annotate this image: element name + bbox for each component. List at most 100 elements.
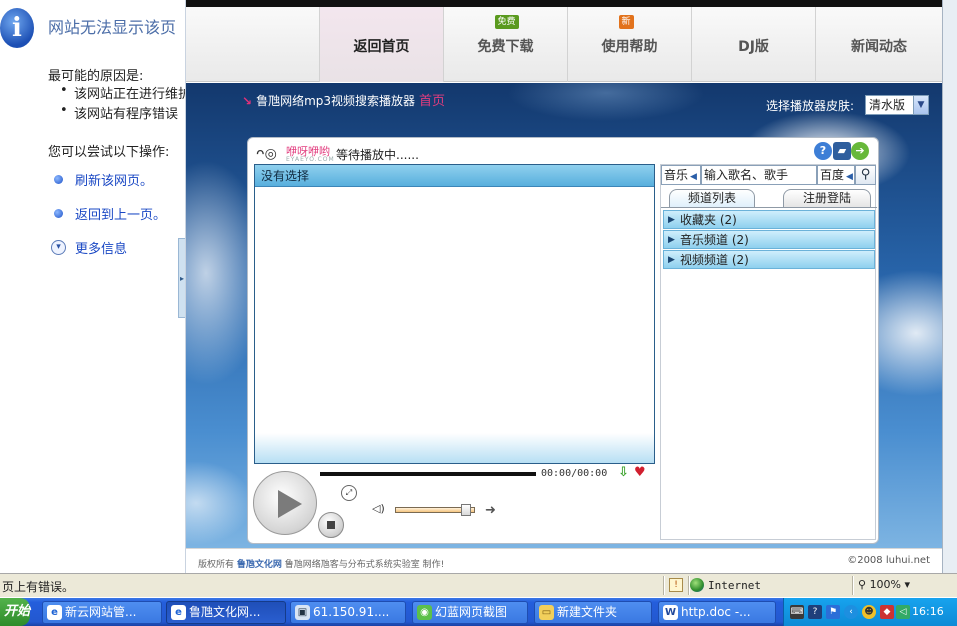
help-icon[interactable]: ?	[814, 142, 832, 160]
channel-favorites[interactable]: ▶ 收藏夹 (2)	[663, 210, 875, 229]
network-icon[interactable]: ⚑	[826, 605, 840, 619]
search-input-value: 输入歌名、歌手	[704, 168, 789, 182]
nav-free-download[interactable]: 免费 免费下载	[444, 7, 568, 82]
chevron-down-icon[interactable]: ▾	[51, 240, 66, 255]
chevron-down-icon[interactable]: ▼	[913, 96, 928, 114]
heart-icon[interactable]: ♥	[634, 465, 646, 480]
progress-bar[interactable]	[320, 472, 536, 476]
nav-news[interactable]: 新闻动态	[816, 7, 942, 82]
triangle-left-icon: ◀	[846, 172, 853, 182]
footer-suffix: 鲁虺网络虺客与分布式系统实验室 制作!	[284, 560, 445, 570]
top-nav: 返回首页 免费 免费下载 新 使用帮助 DJ版 新闻动态	[186, 0, 942, 82]
actions-heading: 您可以尝试以下操作:	[48, 145, 170, 160]
play-button[interactable]	[253, 471, 317, 535]
tab-channel-list[interactable]: 频道列表	[669, 189, 755, 207]
chevron-left-icon[interactable]: ‹	[844, 605, 858, 619]
task-label: 新云网站管...	[65, 605, 137, 619]
task-button[interactable]: Whttp.doc -...	[658, 601, 776, 624]
start-label: 开始	[4, 604, 31, 619]
nav-label: 使用帮助	[601, 39, 658, 55]
volume-tray-icon[interactable]: ◁	[896, 605, 910, 619]
download-arrow-icon[interactable]: ⇩	[618, 465, 629, 480]
channel-video[interactable]: ▶ 视频频道 (2)	[663, 250, 875, 269]
search-engine-value: 百度	[820, 168, 845, 182]
next-icon[interactable]: ➜	[485, 503, 496, 518]
folder-icon: ▭	[539, 605, 554, 620]
volume-thumb[interactable]	[461, 504, 471, 516]
zoom-control[interactable]: ⚲ 100% ▾	[858, 578, 910, 591]
task-button[interactable]: ▭ 新建文件夹	[534, 601, 652, 624]
task-button[interactable]: ◉ 幻蓝网页截图	[412, 601, 528, 624]
logo-rings-icon: ᴖ◎	[256, 146, 277, 162]
playlist-panel: 没有选择	[254, 164, 655, 464]
task-button-active[interactable]: e 鲁虺文化网...	[166, 601, 286, 624]
more-info-link[interactable]: 更多信息	[75, 238, 127, 257]
clock[interactable]: 16:16	[912, 605, 944, 618]
browser-status-bar: 页上有错误。 ! Internet ⚲ 100% ▾	[0, 573, 957, 597]
security-zone: Internet	[690, 578, 761, 592]
volume-icon[interactable]: ◁)	[372, 502, 385, 515]
warning-icon[interactable]: !	[669, 578, 683, 592]
site-heading: ↘ 鲁虺网络mp3视频搜索播放器 首页	[242, 90, 445, 109]
triangle-left-icon: ◀	[690, 172, 697, 182]
skin-label: 选择播放器皮肤:	[766, 99, 855, 113]
start-button[interactable]: 开始	[0, 598, 30, 626]
search-input[interactable]: 输入歌名、歌手	[701, 165, 817, 185]
nav-dj[interactable]: DJ版	[692, 7, 816, 82]
search-icon[interactable]: ⚲	[855, 165, 876, 185]
footer-copyright: ©2008 luhui.net	[847, 555, 930, 566]
refresh-link[interactable]: 刷新该网页。	[75, 170, 153, 189]
playlist-header: 没有选择	[255, 165, 654, 187]
arrow-right-icon[interactable]: ➔	[851, 142, 869, 160]
pane-splitter[interactable]: ▸	[178, 238, 185, 318]
player-status: 等待播放中......	[336, 148, 419, 162]
ie-icon: e	[171, 605, 186, 620]
help-icon[interactable]: ?	[808, 605, 822, 619]
triangle-right-icon: ▶	[668, 235, 675, 245]
free-badge: 免费	[494, 15, 519, 29]
qq-icon[interactable]: ☻	[862, 605, 876, 619]
task-button[interactable]: e 新云网站管...	[42, 601, 162, 624]
footer-prefix: 版权所有	[198, 560, 235, 570]
zone-label: Internet	[708, 579, 761, 592]
player-logo: ᴖ◎ 咿呀咿哟 EYAEYO.COM	[256, 143, 334, 165]
channel-music[interactable]: ▶ 音乐频道 (2)	[663, 230, 875, 249]
cause-item: 该网站有程序错误	[60, 103, 178, 122]
footer-brand-link[interactable]: 鲁虺文化网	[237, 560, 282, 570]
bullet-icon	[54, 175, 63, 184]
cause-item: 该网站正在进行维护	[60, 83, 185, 102]
error-page-pane: i 网站无法显示该页 最可能的原因是: 该网站正在进行维护 该网站有程序错误 您…	[0, 0, 186, 573]
task-label: 幻蓝网页截图	[435, 605, 508, 619]
keyboard-icon[interactable]: ⌨	[790, 605, 804, 619]
tab-register-login[interactable]: 注册登陆	[783, 189, 871, 207]
status-text[interactable]: 页上有错误。	[2, 578, 74, 595]
taskbar: 开始 e 新云网站管... e 鲁虺文化网... ▣ 61.150.91.... ◉ 幻…	[0, 598, 957, 626]
search-type-value: 音乐	[664, 168, 689, 182]
nav-label: DJ版	[738, 39, 769, 55]
site-footer: 版权所有 鲁虺文化网 鲁虺网络虺客与分布式系统实验室 制作! ©2008 luh…	[186, 548, 942, 573]
status-divider	[852, 576, 854, 595]
task-label: 新建文件夹	[557, 605, 618, 619]
task-button[interactable]: ▣ 61.150.91....	[290, 601, 406, 624]
channel-panel: 音乐 ◀ 输入歌名、歌手 百度 ◀ ⚲ 频道列表 注册登陆 ▶ 收藏夹 (2) ▶ 音乐…	[660, 164, 877, 540]
top-bar	[186, 0, 942, 7]
stop-button[interactable]	[318, 512, 344, 538]
triangle-right-icon: ▶	[668, 215, 675, 225]
site-heading-text: 鲁虺网络mp3视频搜索播放器	[256, 94, 416, 108]
antivirus-icon[interactable]: ◆	[880, 605, 894, 619]
causes-heading: 最可能的原因是:	[48, 69, 144, 84]
search-engine-select[interactable]: 百度 ◀	[817, 165, 855, 185]
skin-select[interactable]: 清水版 ▼	[865, 95, 929, 115]
task-label: 鲁虺文化网...	[189, 605, 261, 619]
logo-sub: EYAEYO.COM	[286, 156, 335, 163]
skin-select-value: 清水版	[869, 98, 906, 112]
channel-label: 音乐频道 (2)	[680, 233, 749, 247]
home-link[interactable]: 首页	[419, 94, 445, 109]
back-link[interactable]: 返回到上一页。	[75, 204, 166, 223]
nav-help[interactable]: 新 使用帮助	[568, 7, 692, 82]
nav-home[interactable]: 返回首页	[320, 7, 444, 82]
channel-label: 收藏夹 (2)	[680, 213, 737, 227]
fullscreen-icon[interactable]: ⤢	[341, 485, 357, 501]
search-type-select[interactable]: 音乐 ◀	[661, 165, 701, 185]
book-icon[interactable]: ▰	[833, 142, 851, 160]
